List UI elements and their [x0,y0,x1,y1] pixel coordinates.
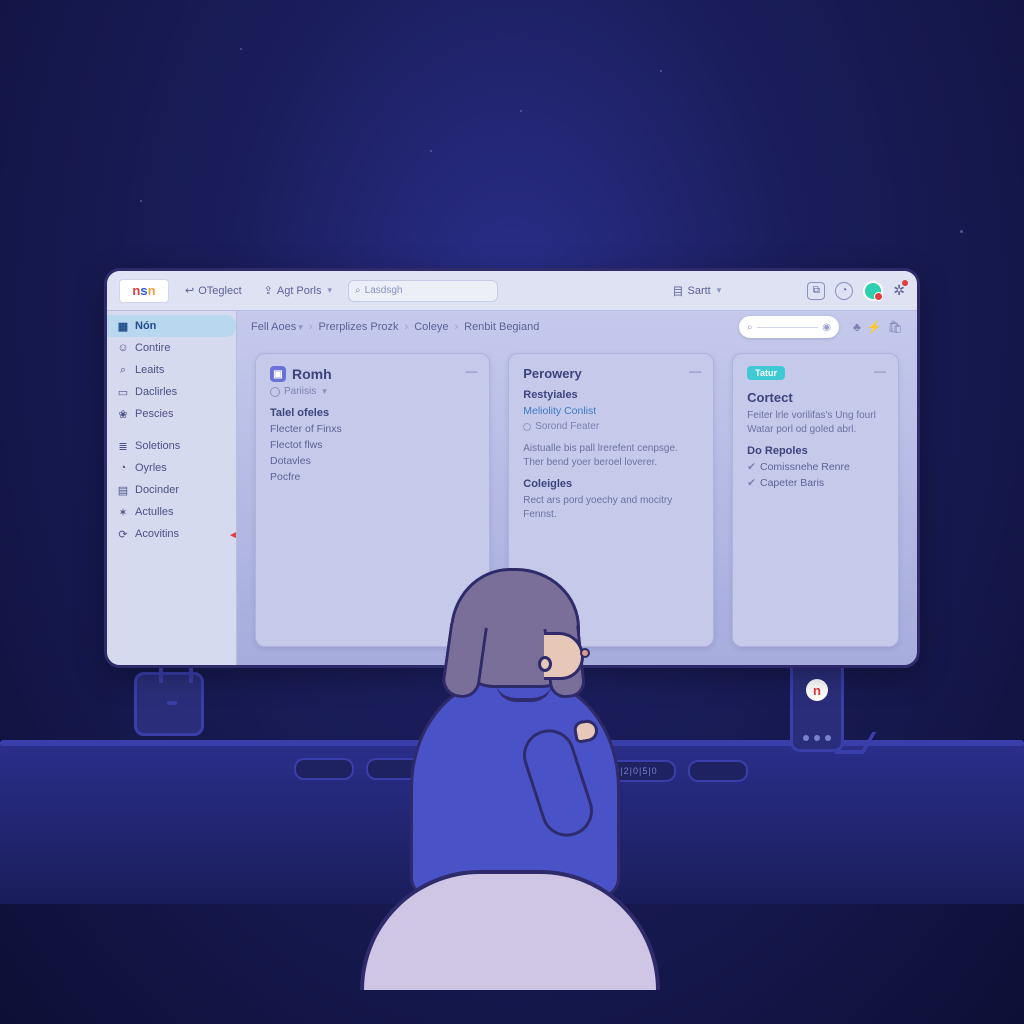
check-item[interactable]: Comissnehe Renre [760,461,850,473]
grid-icon: ▦ [117,320,129,332]
bell-icon[interactable]: ♣ [853,320,861,334]
back-label: OTeglect [198,285,241,297]
user-icon: ☺ [117,342,129,354]
phone-prop: n [790,658,844,752]
sidebar-item-label: Contire [135,342,170,354]
back-button[interactable]: ↩ OTeglect [179,281,248,300]
card-section: Talel ofeles [270,407,475,419]
breadcrumb-item[interactable]: Prerplizes Prozk [318,321,398,333]
sidebar-item-label: Pescies [135,408,174,420]
search-icon: ⌕ [355,285,361,296]
share-button[interactable]: ⇪ Agt Porls [258,281,338,300]
card-section: Do Repoles [747,445,884,457]
bag-prop [134,672,204,736]
check-item[interactable]: Capeter Baris [760,477,824,489]
card-subtitle: Pariisis [284,386,316,397]
app-logo[interactable]: nsn [119,279,169,303]
body-text: Aistualle bis pall lrerefent cenpsge. Th… [523,442,699,470]
sidebar-item-daclirles[interactable]: ▭ Daclirles [107,381,236,403]
status-badge: Tatur [747,366,785,380]
share-label: Agt Porls [277,285,322,297]
card-cortect: — Tatur Cortect Feiter lrle vorilifas's … [732,353,899,647]
refresh-icon: ⟳ [117,528,129,540]
sidebar: ▦ Nón ☺ Contire ⌕ Leaits ▭ Daclirles ❀ Pescie… [107,311,237,665]
keyboard-key [688,760,748,782]
collapse-icon[interactable]: — [465,364,477,378]
card-title: Cortect [747,390,884,405]
breadcrumb-item[interactable]: Fell Aoes [251,321,303,333]
sidebar-item-label: Daclirles [135,386,177,398]
keyboard-key [294,758,354,780]
leaf-icon: ❀ [117,408,129,420]
search-icon: ⌕ [117,364,129,376]
list-item[interactable]: Pocfre [270,471,475,483]
top-toolbar: nsn ↩ OTeglect ⇪ Agt Porls ⌕ Lasdsgh ⽬ S… [107,271,917,311]
sidebar-item-label: Acovitins [135,528,179,540]
breadcrumb: Fell Aoes› Prerplizes Prozk› Coleye› Ren… [237,311,917,343]
spark-icon: ✶ [117,506,129,518]
sidebar-item-docinder[interactable]: ▤ Docinder [107,479,236,501]
clock-icon[interactable]: ◔ [835,282,853,300]
bolt-icon[interactable]: ⚡ [867,320,882,334]
collapse-icon[interactable]: — [874,364,886,378]
sidebar-item-actulles[interactable]: ✶ Actulles [107,501,236,523]
sidebar-item-label: Docinder [135,484,179,496]
upload-icon: ⇪ [264,284,273,297]
sidebar-item-non[interactable]: ▦ Nón [107,315,236,337]
global-search[interactable]: ⌕ Lasdsgh [348,280,498,302]
sidebar-item-label: Leaits [135,364,164,376]
sidebar-item-leaits[interactable]: ⌕ Leaits [107,359,236,381]
body-text: Rect ars pord yoechy and mocitry Fennst. [523,494,699,522]
mic-icon: ◉ [822,322,831,333]
user-avatar[interactable] [863,281,883,301]
person-illustration [360,560,640,920]
card-section: Coleigles [523,478,699,490]
search-icon: ⌕ [747,322,753,333]
page-search[interactable]: ⌕◉ [739,316,839,338]
breadcrumb-item[interactable]: Coleye [414,321,448,333]
note-text: Sorond Feater [535,421,599,432]
calendar-icon: ▤ [117,484,129,496]
check-icon: ✔ [747,461,756,473]
copy-icon[interactable]: ⧉ [807,282,825,300]
sidebar-item-contire[interactable]: ☺ Contire [107,337,236,359]
link-item[interactable]: Meliolity Conlist [523,405,699,417]
sidebar-item-label: Oyrles [135,462,167,474]
sidebar-item-soletions[interactable]: ≣ Soletions [107,435,236,457]
search-placeholder: Lasdsgh [365,285,403,296]
sidebar-item-label: Soletions [135,440,180,452]
check-icon: ✔ [747,477,756,489]
arrow-left-icon: ↩ [185,284,194,297]
pin-icon: ◄ [228,530,238,541]
cart-icon[interactable]: 🛍 [888,320,903,334]
breadcrumb-item[interactable]: Renbit Begiand [464,321,539,333]
card-title: Perowery [523,366,582,381]
sidebar-item-label: Actulles [135,506,174,518]
pie-icon: ◔ [117,462,129,474]
card-section: Restyiales [523,389,699,401]
list-item[interactable]: Flecter of Finxs [270,423,475,435]
collapse-icon[interactable]: — [689,364,701,378]
clipboard-icon: ▭ [117,386,129,398]
list-icon: ≣ [117,440,129,452]
filter-button[interactable]: ⽬ Sartt [667,280,728,302]
list-item[interactable]: Dotavles [270,455,475,467]
list-item[interactable]: Flectot flws [270,439,475,451]
body-text: Feiter lrle vorilifas's Ung fourl Watar … [747,409,884,437]
sidebar-item-acovitins[interactable]: ⟳ Acovitins [107,523,236,545]
notification-icon[interactable]: ✲ [893,282,905,299]
sidebar-item-label: Nón [135,320,156,332]
phone-app-icon: n [806,679,828,701]
card-title: Romh [292,366,332,382]
sidebar-item-oyrles[interactable]: ◔ Oyrles [107,457,236,479]
filter-icon: ⽬ [673,283,684,299]
sidebar-item-pescies[interactable]: ❀ Pescies [107,403,236,425]
card-icon: ▣ [270,366,286,382]
filter-label: Sartt [688,285,711,297]
